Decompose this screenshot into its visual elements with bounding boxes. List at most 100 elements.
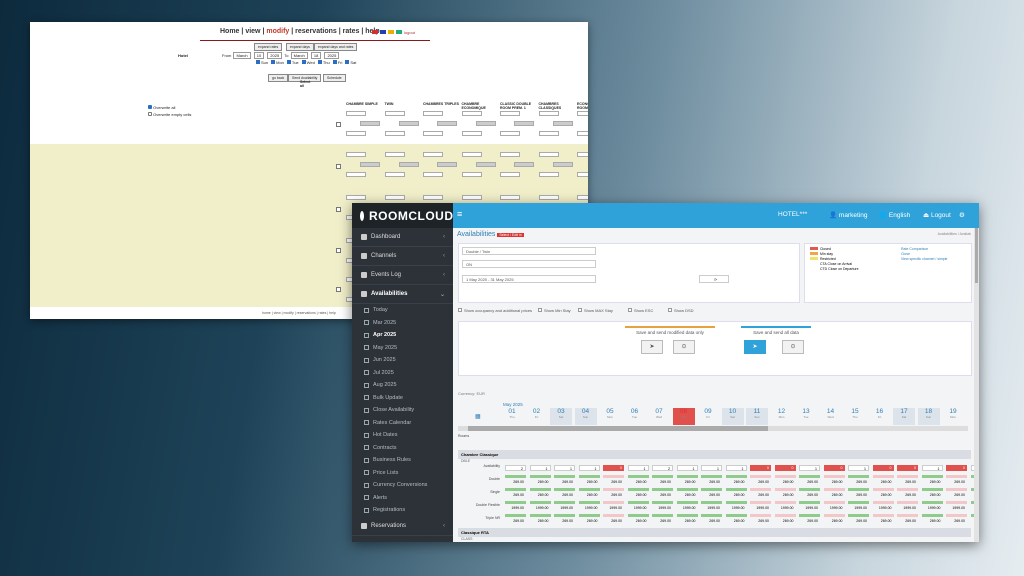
day-header[interactable]: 17 Sat: [893, 408, 915, 425]
to-day-select[interactable]: 18: [310, 52, 322, 59]
rate-cell[interactable]: 269.00: [701, 479, 722, 485]
availability-cell[interactable]: 0: [946, 465, 967, 471]
rate-cell[interactable]: 1999.00: [726, 505, 747, 511]
day-header[interactable]: 12 Mon: [771, 408, 793, 425]
availability-cell[interactable]: 2: [652, 465, 673, 471]
submenu-bulk-update[interactable]: Bulk Update: [352, 392, 453, 405]
flag-icon[interactable]: [372, 30, 378, 34]
checkbox-icon[interactable]: [301, 60, 306, 64]
option-checkbox[interactable]: Show MAX Stay: [578, 308, 613, 313]
day-header[interactable]: 06 Tue: [624, 408, 646, 425]
hamburger-icon[interactable]: ≡: [457, 209, 462, 219]
nav-rates[interactable]: rates: [343, 28, 360, 35]
submenu-jun-2025[interactable]: Jun 2025: [352, 354, 453, 367]
legend-link[interactable]: View specific channel / simple: [901, 257, 947, 262]
availability-cell[interactable]: 1: [921, 465, 943, 471]
rate-input[interactable]: [538, 111, 559, 116]
rate-cell[interactable]: 269.00: [530, 479, 551, 485]
day-header[interactable]: 11 Sun: [746, 408, 768, 425]
rate-cell[interactable]: 1999.00: [946, 505, 967, 511]
rate-input[interactable]: [346, 111, 366, 116]
logo[interactable]: ROOMCLOUD: [352, 203, 453, 228]
radio-icon[interactable]: [148, 105, 152, 109]
secondary-select[interactable]: ON: [462, 260, 596, 268]
submenu-business-rules[interactable]: Business Rules: [352, 454, 453, 467]
rate-input[interactable]: [577, 131, 588, 136]
availability-cell[interactable]: 1: [701, 465, 722, 471]
rate-input[interactable]: [461, 111, 482, 116]
rate-cell[interactable]: 269.00: [505, 492, 526, 498]
radio-overwrite-all[interactable]: Overwrite all: [153, 105, 175, 110]
rate-cell[interactable]: 269.00: [652, 479, 673, 485]
rate-cell[interactable]: 269.00: [897, 479, 918, 485]
rate-cell[interactable]: 269.00: [824, 492, 845, 498]
row-checkbox[interactable]: [336, 122, 341, 127]
option-checkbox[interactable]: Show ESC: [628, 308, 653, 313]
rate-input[interactable]: [384, 195, 405, 200]
row-checkbox[interactable]: [336, 164, 341, 169]
availability-cell[interactable]: 2: [505, 465, 526, 471]
rate-input[interactable]: [461, 172, 482, 177]
rate-cell[interactable]: 1999.00: [554, 505, 575, 511]
day-header[interactable]: 13 Tue: [795, 408, 817, 425]
nav-view[interactable]: view: [245, 28, 260, 35]
rate-cell[interactable]: 269.00: [799, 479, 820, 485]
rate-cell[interactable]: 269.00: [603, 492, 624, 498]
horizontal-scrollbar[interactable]: [458, 426, 968, 431]
rate-cell[interactable]: 269.00: [530, 492, 551, 498]
rate-input[interactable]: [423, 131, 443, 136]
rate-input[interactable]: [384, 111, 405, 116]
submenu-rates-calendar[interactable]: Rates Calendar: [352, 417, 453, 430]
rate-input[interactable]: [552, 121, 573, 126]
rate-cell[interactable]: 269.00: [873, 492, 894, 498]
day-header[interactable]: 18 Sun: [917, 408, 940, 425]
submenu-aug-2025[interactable]: Aug 2025: [352, 379, 453, 392]
rate-cell[interactable]: 269.00: [701, 492, 722, 498]
rate-cell[interactable]: 1999.00: [579, 505, 600, 511]
day-header[interactable]: 19 Mon: [942, 408, 964, 425]
rate-input[interactable]: [514, 162, 534, 167]
schedule-button[interactable]: Schedule: [323, 74, 346, 82]
flag-icon[interactable]: [380, 30, 386, 34]
rate-cell[interactable]: 1999.00: [530, 505, 551, 511]
rate-cell[interactable]: 269.00: [579, 479, 600, 485]
availability-cell[interactable]: 0: [872, 465, 894, 471]
checkbox-icon[interactable]: [286, 60, 291, 64]
checkbox-icon[interactable]: [317, 60, 322, 64]
rate-cell[interactable]: 269.00: [603, 518, 624, 524]
rate-cell[interactable]: 269.00: [848, 492, 869, 498]
rate-cell[interactable]: 269.00: [726, 492, 747, 498]
checkbox-icon[interactable]: [668, 308, 672, 312]
day-header[interactable]: 02 Fri: [526, 408, 548, 425]
rate-cell[interactable]: 269.00: [873, 518, 894, 524]
rate-cell[interactable]: 269.00: [726, 479, 747, 485]
rate-input[interactable]: [577, 111, 588, 116]
rate-cell[interactable]: 269.00: [848, 518, 869, 524]
day-header[interactable]: 07 Wed: [648, 408, 670, 425]
to-month-select[interactable]: March: [290, 52, 308, 59]
availability-cell[interactable]: 0: [750, 465, 771, 471]
rate-cell[interactable]: 269.00: [897, 492, 918, 498]
rate-cell[interactable]: 269.00: [554, 479, 575, 485]
submenu-currency-conversions[interactable]: Currency Conversions: [352, 479, 453, 492]
scroll-thumb[interactable]: [468, 426, 768, 431]
rate-input[interactable]: [346, 152, 366, 157]
rate-cell[interactable]: 269.00: [603, 479, 624, 485]
rate-input[interactable]: [423, 195, 443, 200]
rate-cell[interactable]: 1999.00: [652, 505, 673, 511]
rate-cell[interactable]: 269.00: [824, 518, 845, 524]
menu-dashboard[interactable]: Dashboard ‹: [352, 228, 453, 247]
submenu-apr-2025[interactable]: Apr 2025: [352, 329, 453, 342]
rate-cell[interactable]: 269.00: [775, 479, 796, 485]
rate-input[interactable]: [552, 162, 573, 167]
flag-icon[interactable]: [388, 30, 394, 34]
day-header[interactable]: 01 Thu: [501, 408, 523, 425]
from-day-select[interactable]: 10: [253, 52, 265, 59]
submenu-may-2025[interactable]: May 2025: [352, 342, 453, 355]
row-checkbox[interactable]: [336, 248, 341, 253]
rate-input[interactable]: [437, 162, 457, 167]
rate-cell[interactable]: 269.00: [677, 479, 698, 485]
submenu-registrations[interactable]: Registrations: [352, 504, 453, 517]
option-checkbox[interactable]: Show DSD: [668, 308, 694, 313]
rate-input[interactable]: [461, 195, 482, 200]
